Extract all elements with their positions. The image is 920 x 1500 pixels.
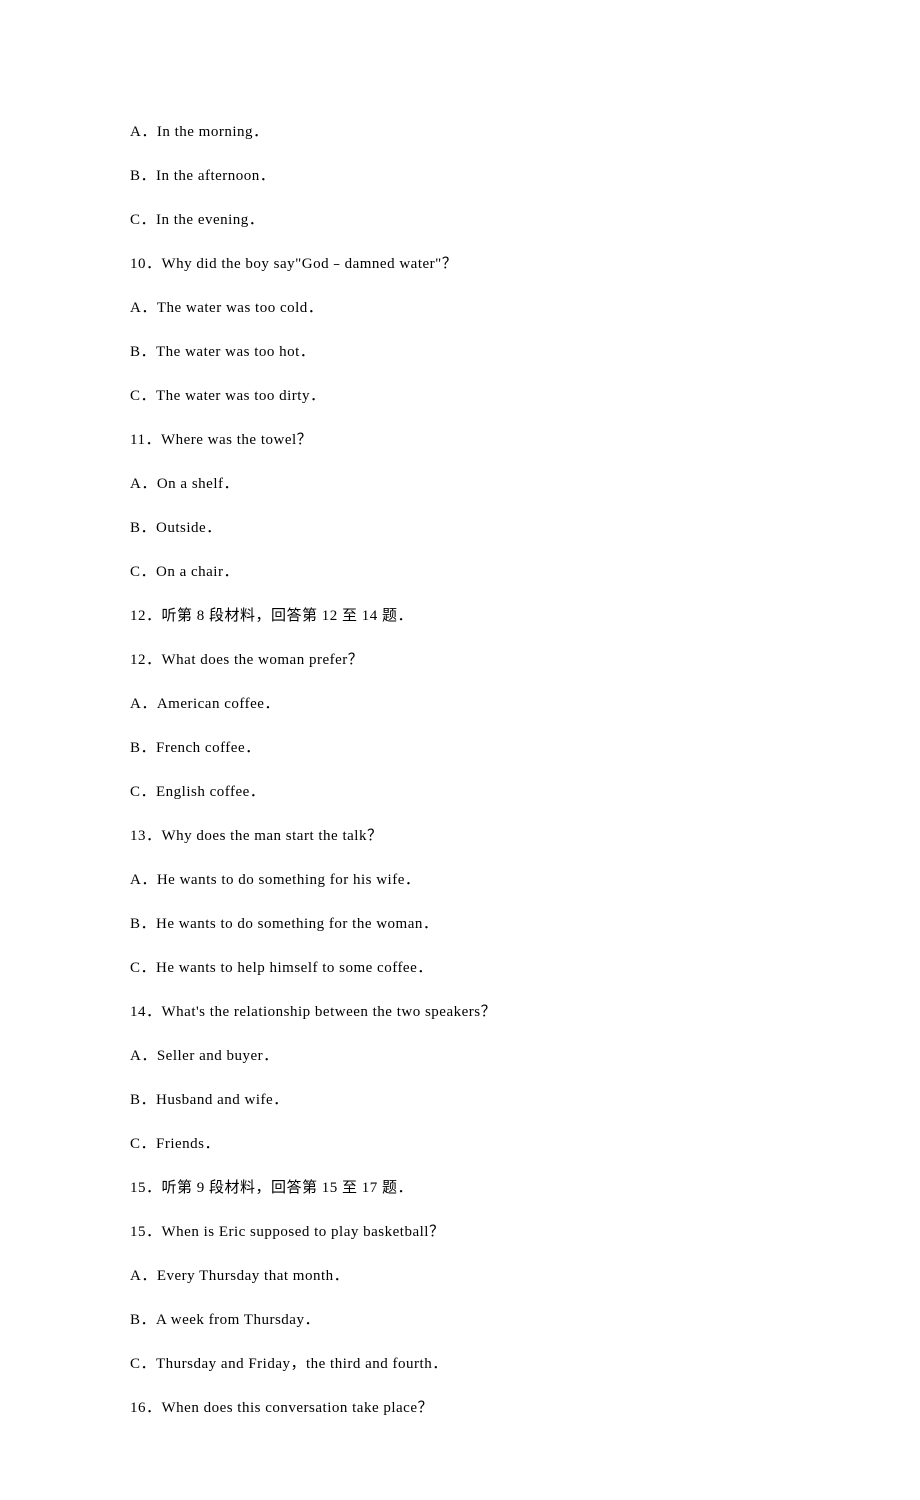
- question-text: 10．Why did the boy say"God﹣damned water"…: [130, 252, 790, 276]
- question-text: 15．When is Eric supposed to play basketb…: [130, 1220, 790, 1244]
- answer-option: B．He wants to do something for the woman…: [130, 912, 790, 936]
- answer-option: A．Seller and buyer．: [130, 1044, 790, 1068]
- answer-option: B．Outside．: [130, 516, 790, 540]
- question-text: 16．When does this conversation take plac…: [130, 1396, 790, 1420]
- answer-option: B．The water was too hot．: [130, 340, 790, 364]
- answer-option: B．French coffee．: [130, 736, 790, 760]
- answer-option: C．Thursday and Friday，the third and four…: [130, 1352, 790, 1376]
- answer-option: A．Every Thursday that month．: [130, 1264, 790, 1288]
- question-text: 12．What does the woman prefer？: [130, 648, 790, 672]
- answer-option: A．American coffee．: [130, 692, 790, 716]
- answer-option: C．On a chair．: [130, 560, 790, 584]
- answer-option: A．The water was too cold．: [130, 296, 790, 320]
- question-text: 11．Where was the towel？: [130, 428, 790, 452]
- answer-option: C．He wants to help himself to some coffe…: [130, 956, 790, 980]
- answer-option: C．The water was too dirty．: [130, 384, 790, 408]
- answer-option: C．In the evening．: [130, 208, 790, 232]
- section-header: 15．听第 9 段材料，回答第 15 至 17 题．: [130, 1176, 790, 1200]
- answer-option: A．He wants to do something for his wife．: [130, 868, 790, 892]
- document-page: A．In the morning． B．In the afternoon． C．…: [0, 0, 920, 1500]
- question-text: 13．Why does the man start the talk？: [130, 824, 790, 848]
- answer-option: B．In the afternoon．: [130, 164, 790, 188]
- answer-option: B．Husband and wife．: [130, 1088, 790, 1112]
- section-header: 12．听第 8 段材料，回答第 12 至 14 题．: [130, 604, 790, 628]
- answer-option: A．On a shelf．: [130, 472, 790, 496]
- answer-option: C．Friends．: [130, 1132, 790, 1156]
- answer-option: C．English coffee．: [130, 780, 790, 804]
- answer-option: A．In the morning．: [130, 120, 790, 144]
- question-text: 14．What's the relationship between the t…: [130, 1000, 790, 1024]
- answer-option: B．A week from Thursday．: [130, 1308, 790, 1332]
